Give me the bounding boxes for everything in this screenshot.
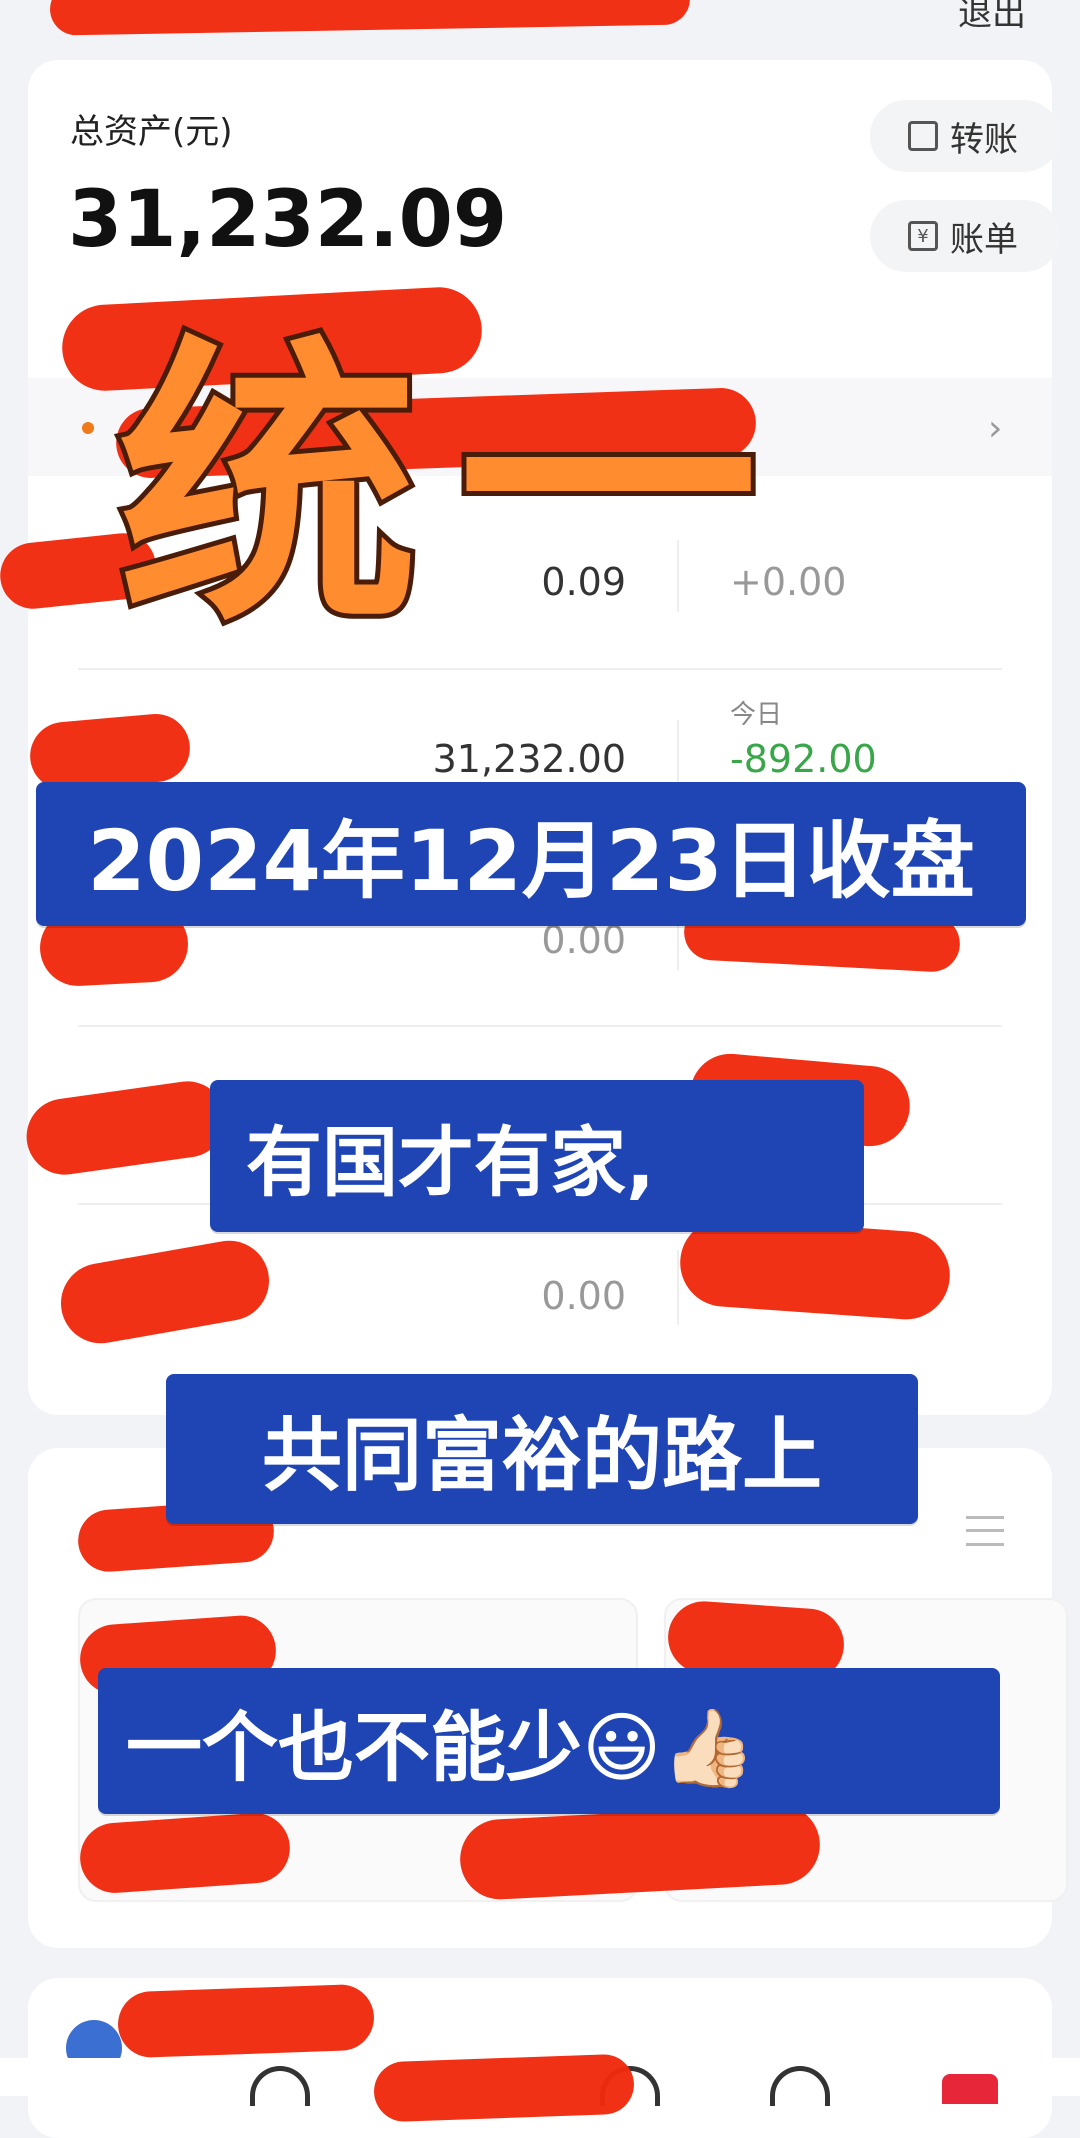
transfer-button[interactable]: 转账	[870, 100, 1060, 172]
slogan-line-3: 一个也不能少😃👍🏻	[98, 1668, 1000, 1814]
total-assets-value: 31,232.09	[68, 175, 508, 265]
row-4-divider	[677, 1250, 679, 1325]
transfer-icon	[908, 121, 938, 151]
market-icon[interactable]	[250, 2066, 310, 2106]
date-banner: 2024年12月23日收盘	[36, 782, 1026, 926]
mine-icon[interactable]	[942, 2074, 998, 2104]
menu-icon[interactable]	[966, 1516, 1004, 1546]
row-2-value: 31,232.00	[432, 737, 626, 781]
news-icon[interactable]	[770, 2066, 830, 2106]
total-assets-label: 总资产(元)	[70, 112, 233, 152]
row-4-value: 0.00	[541, 1274, 626, 1318]
big-title: 统一	[113, 313, 798, 662]
row-divider-2	[78, 1025, 1002, 1027]
redaction-scribble	[49, 0, 691, 36]
chevron-right-icon: ›	[988, 408, 1003, 449]
redaction-scribble	[373, 2053, 635, 2123]
slogan-line-2: 共同富裕的路上	[166, 1374, 918, 1524]
info-dot	[82, 422, 94, 434]
redaction-scribble	[116, 1983, 376, 2059]
bill-icon: ¥	[908, 221, 938, 251]
logout-link[interactable]: 退出	[958, 0, 1026, 35]
slogan-line-1: 有国才有家,	[210, 1080, 864, 1232]
row-2-change: -892.00	[730, 737, 877, 781]
row-divider-1	[78, 668, 1002, 670]
bill-label: 账单	[950, 219, 1018, 260]
bill-button[interactable]: ¥ 账单	[870, 200, 1060, 272]
transfer-label: 转账	[950, 119, 1018, 160]
redaction-scribble	[77, 1810, 293, 1896]
row-2-change-label: 今日	[730, 700, 783, 730]
